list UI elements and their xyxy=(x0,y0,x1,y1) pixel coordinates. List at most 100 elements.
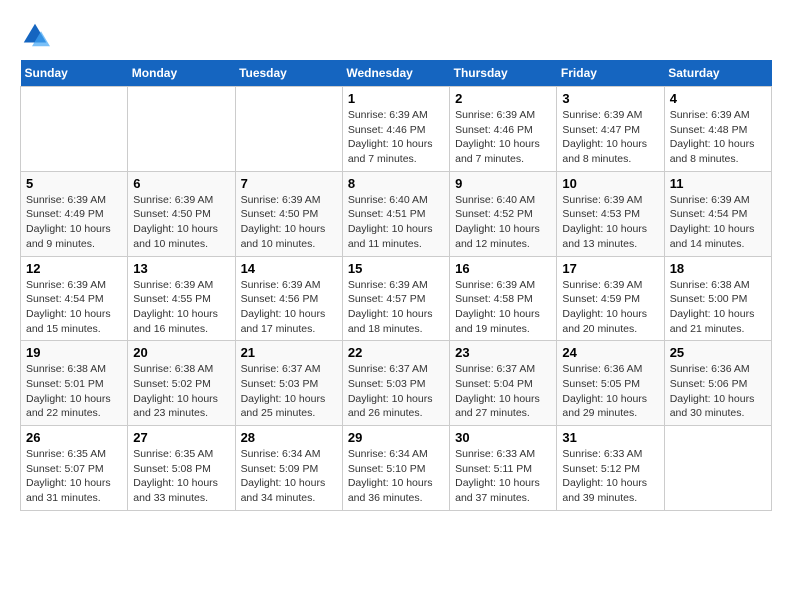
day-number: 31 xyxy=(562,430,658,445)
calendar-cell: 25 Sunrise: 6:36 AM Sunset: 5:06 PM Dayli… xyxy=(664,341,771,426)
day-info: Sunrise: 6:39 AM Sunset: 4:54 PM Dayligh… xyxy=(670,193,766,252)
day-number: 11 xyxy=(670,176,766,191)
day-number: 10 xyxy=(562,176,658,191)
header-day-saturday: Saturday xyxy=(664,60,771,87)
calendar-body: 1 Sunrise: 6:39 AM Sunset: 4:46 PM Daylig… xyxy=(21,87,772,511)
calendar-cell: 15 Sunrise: 6:39 AM Sunset: 4:57 PM Dayli… xyxy=(342,256,449,341)
calendar-cell xyxy=(235,87,342,172)
header-day-sunday: Sunday xyxy=(21,60,128,87)
day-info: Sunrise: 6:39 AM Sunset: 4:55 PM Dayligh… xyxy=(133,278,229,337)
day-number: 7 xyxy=(241,176,337,191)
calendar-cell: 22Sunrise: 6:37 AM Sunset: 5:03 PM Dayli… xyxy=(342,341,449,426)
day-info: Sunrise: 6:38 AM Sunset: 5:00 PM Dayligh… xyxy=(670,278,766,337)
day-info: Sunrise: 6:40 AM Sunset: 4:51 PM Dayligh… xyxy=(348,193,444,252)
calendar-cell: 14 Sunrise: 6:39 AM Sunset: 4:56 PM Dayli… xyxy=(235,256,342,341)
calendar-cell: 30 Sunrise: 6:33 AM Sunset: 5:11 PM Dayli… xyxy=(450,426,557,511)
day-number: 23 xyxy=(455,345,551,360)
day-info: Sunrise: 6:36 AM Sunset: 5:05 PM Dayligh… xyxy=(562,362,658,421)
day-info: Sunrise: 6:39 AM Sunset: 4:50 PM Dayligh… xyxy=(241,193,337,252)
calendar-cell xyxy=(21,87,128,172)
header-day-thursday: Thursday xyxy=(450,60,557,87)
header-row: SundayMondayTuesdayWednesdayThursdayFrid… xyxy=(21,60,772,87)
day-info: Sunrise: 6:35 AM Sunset: 5:07 PM Dayligh… xyxy=(26,447,122,506)
calendar-week-3: 12 Sunrise: 6:39 AM Sunset: 4:54 PM Dayli… xyxy=(21,256,772,341)
header-day-wednesday: Wednesday xyxy=(342,60,449,87)
day-number: 30 xyxy=(455,430,551,445)
day-number: 27 xyxy=(133,430,229,445)
day-number: 15 xyxy=(348,261,444,276)
calendar-cell: 3 Sunrise: 6:39 AM Sunset: 4:47 PM Daylig… xyxy=(557,87,664,172)
day-number: 14 xyxy=(241,261,337,276)
logo-icon xyxy=(20,20,50,50)
day-number: 6 xyxy=(133,176,229,191)
day-info: Sunrise: 6:39 AM Sunset: 4:54 PM Dayligh… xyxy=(26,278,122,337)
calendar-week-1: 1 Sunrise: 6:39 AM Sunset: 4:46 PM Daylig… xyxy=(21,87,772,172)
day-info: Sunrise: 6:39 AM Sunset: 4:59 PM Dayligh… xyxy=(562,278,658,337)
day-number: 16 xyxy=(455,261,551,276)
day-number: 9 xyxy=(455,176,551,191)
calendar-week-2: 5Sunrise: 6:39 AM Sunset: 4:49 PM Daylig… xyxy=(21,171,772,256)
day-number: 26 xyxy=(26,430,122,445)
day-info: Sunrise: 6:34 AM Sunset: 5:10 PM Dayligh… xyxy=(348,447,444,506)
day-number: 17 xyxy=(562,261,658,276)
calendar-cell: 8 Sunrise: 6:40 AM Sunset: 4:51 PM Daylig… xyxy=(342,171,449,256)
day-number: 5 xyxy=(26,176,122,191)
calendar-cell: 2Sunrise: 6:39 AM Sunset: 4:46 PM Daylig… xyxy=(450,87,557,172)
day-number: 1 xyxy=(348,91,444,106)
day-number: 13 xyxy=(133,261,229,276)
calendar-cell: 1 Sunrise: 6:39 AM Sunset: 4:46 PM Daylig… xyxy=(342,87,449,172)
day-number: 12 xyxy=(26,261,122,276)
calendar-cell: 4Sunrise: 6:39 AM Sunset: 4:48 PM Daylig… xyxy=(664,87,771,172)
calendar-cell: 20Sunrise: 6:38 AM Sunset: 5:02 PM Dayli… xyxy=(128,341,235,426)
header-day-friday: Friday xyxy=(557,60,664,87)
calendar-cell: 29 Sunrise: 6:34 AM Sunset: 5:10 PM Dayli… xyxy=(342,426,449,511)
header-day-monday: Monday xyxy=(128,60,235,87)
day-info: Sunrise: 6:39 AM Sunset: 4:56 PM Dayligh… xyxy=(241,278,337,337)
day-info: Sunrise: 6:39 AM Sunset: 4:46 PM Dayligh… xyxy=(455,108,551,167)
day-info: Sunrise: 6:39 AM Sunset: 4:53 PM Dayligh… xyxy=(562,193,658,252)
day-number: 3 xyxy=(562,91,658,106)
calendar-cell: 12 Sunrise: 6:39 AM Sunset: 4:54 PM Dayli… xyxy=(21,256,128,341)
calendar-week-4: 19 Sunrise: 6:38 AM Sunset: 5:01 PM Dayli… xyxy=(21,341,772,426)
calendar-week-5: 26 Sunrise: 6:35 AM Sunset: 5:07 PM Dayli… xyxy=(21,426,772,511)
calendar-cell: 17 Sunrise: 6:39 AM Sunset: 4:59 PM Dayli… xyxy=(557,256,664,341)
day-info: Sunrise: 6:34 AM Sunset: 5:09 PM Dayligh… xyxy=(241,447,337,506)
day-number: 20 xyxy=(133,345,229,360)
day-info: Sunrise: 6:39 AM Sunset: 4:50 PM Dayligh… xyxy=(133,193,229,252)
day-number: 18 xyxy=(670,261,766,276)
calendar-cell: 7 Sunrise: 6:39 AM Sunset: 4:50 PM Daylig… xyxy=(235,171,342,256)
day-info: Sunrise: 6:40 AM Sunset: 4:52 PM Dayligh… xyxy=(455,193,551,252)
day-info: Sunrise: 6:37 AM Sunset: 5:04 PM Dayligh… xyxy=(455,362,551,421)
calendar-cell: 27Sunrise: 6:35 AM Sunset: 5:08 PM Dayli… xyxy=(128,426,235,511)
day-number: 25 xyxy=(670,345,766,360)
day-info: Sunrise: 6:33 AM Sunset: 5:12 PM Dayligh… xyxy=(562,447,658,506)
day-info: Sunrise: 6:33 AM Sunset: 5:11 PM Dayligh… xyxy=(455,447,551,506)
day-number: 4 xyxy=(670,91,766,106)
day-number: 22 xyxy=(348,345,444,360)
day-number: 19 xyxy=(26,345,122,360)
calendar-cell: 18 Sunrise: 6:38 AM Sunset: 5:00 PM Dayli… xyxy=(664,256,771,341)
day-info: Sunrise: 6:38 AM Sunset: 5:01 PM Dayligh… xyxy=(26,362,122,421)
logo xyxy=(20,20,54,50)
day-info: Sunrise: 6:39 AM Sunset: 4:57 PM Dayligh… xyxy=(348,278,444,337)
day-number: 24 xyxy=(562,345,658,360)
day-number: 8 xyxy=(348,176,444,191)
calendar-cell: 26 Sunrise: 6:35 AM Sunset: 5:07 PM Dayli… xyxy=(21,426,128,511)
calendar-cell: 21Sunrise: 6:37 AM Sunset: 5:03 PM Dayli… xyxy=(235,341,342,426)
calendar-cell: 11 Sunrise: 6:39 AM Sunset: 4:54 PM Dayli… xyxy=(664,171,771,256)
day-number: 21 xyxy=(241,345,337,360)
day-info: Sunrise: 6:39 AM Sunset: 4:46 PM Dayligh… xyxy=(348,108,444,167)
calendar-cell: 13 Sunrise: 6:39 AM Sunset: 4:55 PM Dayli… xyxy=(128,256,235,341)
day-info: Sunrise: 6:39 AM Sunset: 4:47 PM Dayligh… xyxy=(562,108,658,167)
calendar-cell: 24 Sunrise: 6:36 AM Sunset: 5:05 PM Dayli… xyxy=(557,341,664,426)
calendar-cell xyxy=(664,426,771,511)
calendar-cell: 9 Sunrise: 6:40 AM Sunset: 4:52 PM Daylig… xyxy=(450,171,557,256)
calendar-cell: 6 Sunrise: 6:39 AM Sunset: 4:50 PM Daylig… xyxy=(128,171,235,256)
day-info: Sunrise: 6:39 AM Sunset: 4:58 PM Dayligh… xyxy=(455,278,551,337)
calendar-header: SundayMondayTuesdayWednesdayThursdayFrid… xyxy=(21,60,772,87)
calendar-cell: 31 Sunrise: 6:33 AM Sunset: 5:12 PM Dayli… xyxy=(557,426,664,511)
page-header xyxy=(20,20,772,50)
header-day-tuesday: Tuesday xyxy=(235,60,342,87)
day-info: Sunrise: 6:36 AM Sunset: 5:06 PM Dayligh… xyxy=(670,362,766,421)
day-number: 29 xyxy=(348,430,444,445)
